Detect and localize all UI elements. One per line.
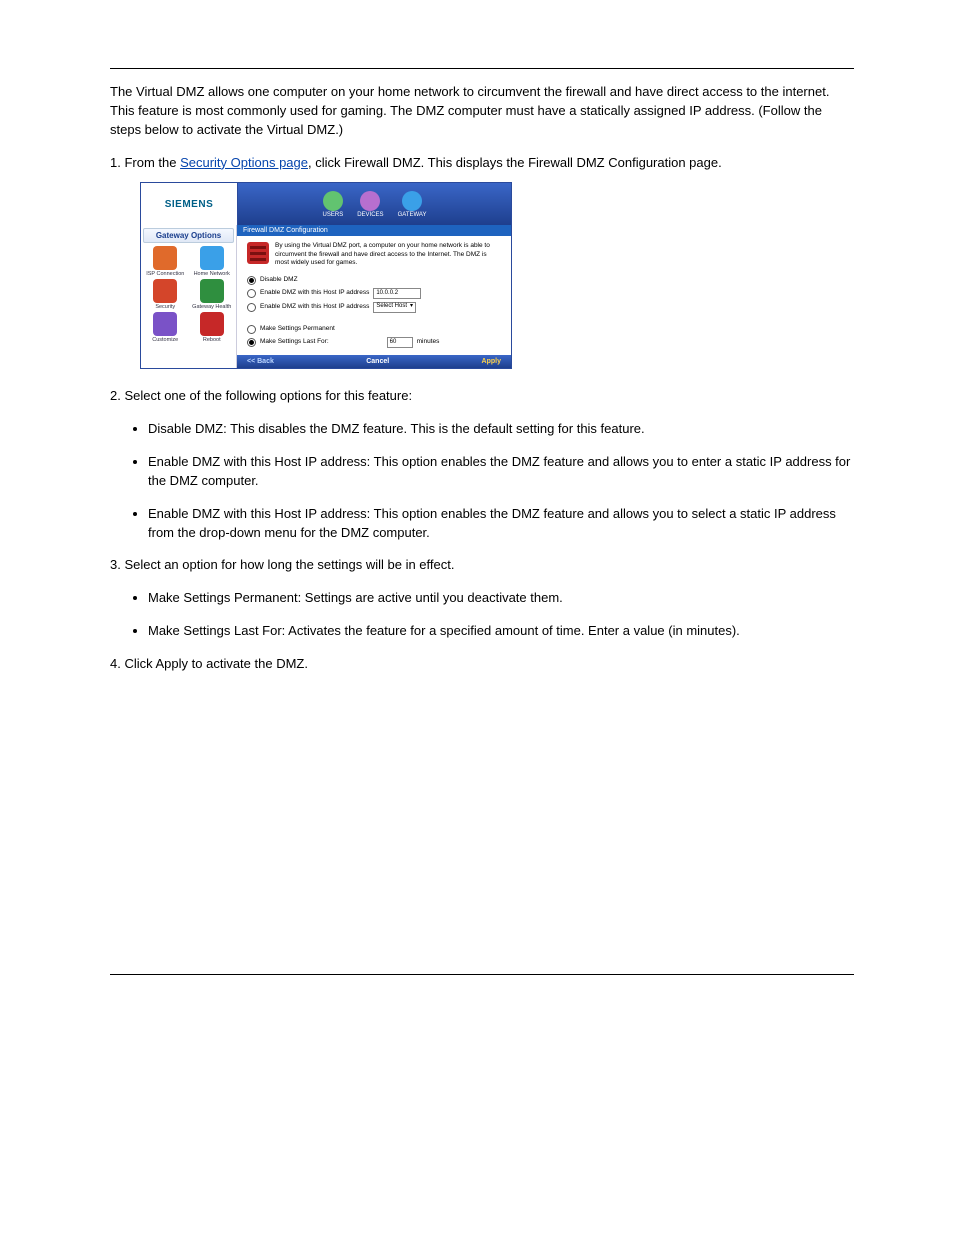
customize-icon [153,312,177,336]
opt-lastfor[interactable]: Make Settings Last For: 60 minutes [247,337,501,348]
opt-enable-ip[interactable]: Enable DMZ with this Host IP address 10.… [247,288,501,299]
gateway-icon [402,191,422,211]
list-item: Disable DMZ: This disables the DMZ featu… [148,420,854,439]
home-network-icon [200,246,224,270]
opt-lastfor-label: Make Settings Last For: [260,338,329,346]
health-icon [200,279,224,303]
action-bar: << Back Cancel Apply [237,355,511,369]
opt-enable-host[interactable]: Enable DMZ with this Host IP address Sel… [247,302,501,313]
gw-customize[interactable]: Customize [143,312,188,343]
isp-icon [153,246,177,270]
gw-home-label: Home Network [194,271,230,277]
opt-disable-label: Disable DMZ [260,276,298,284]
nav-gateway-label: GATEWAY [398,212,427,218]
dmz-host-select[interactable]: Select Host [373,302,416,313]
nav-users-label: USERS [323,212,344,218]
gw-security-label: Security [155,304,175,310]
list-item: Enable DMZ with this Host IP address: Th… [148,453,854,491]
footer-rule [110,974,854,975]
header-rule [110,68,854,69]
top-nav: USERS DEVICES GATEWAY [238,183,511,225]
gw-security[interactable]: Security [143,279,188,310]
nav-devices-label: DEVICES [357,212,383,218]
radio-icon [247,289,256,298]
reboot-icon [200,312,224,336]
dmz-ip-input[interactable]: 10.0.0.2 [373,288,421,299]
devices-icon [360,191,380,211]
gw-health[interactable]: Gateway Health [190,279,235,310]
sidebar-title: Gateway Options [143,228,234,243]
gw-isp-connection[interactable]: ISP Connection [143,246,188,277]
nav-devices[interactable]: DEVICES [357,191,383,218]
cancel-button[interactable]: Cancel [366,358,389,365]
gw-home-network[interactable]: Home Network [190,246,235,277]
radio-icon [247,276,256,285]
pane-title: Firewall DMZ Configuration [237,225,511,236]
pane-intro-text: By using the Virtual DMZ port, a compute… [275,242,501,267]
opt-enable-ip-label: Enable DMZ with this Host IP address [260,289,369,297]
radio-icon [247,303,256,312]
opt-permanent-label: Make Settings Permanent [260,325,335,333]
dmz-option-list: Disable DMZ: This disables the DMZ featu… [110,420,854,542]
gateway-options-sidebar: Gateway Options ISP Connection Home Netw… [141,225,237,368]
nav-users[interactable]: USERS [323,191,344,218]
list-item: Make Settings Last For: Activates the fe… [148,622,854,641]
security-icon [153,279,177,303]
list-item: Make Settings Permanent: Settings are ac… [148,589,854,608]
step1-prefix: 1. From the [110,155,180,170]
step-1: 1. From the Security Options page, click… [110,154,854,173]
brand-logo: SIEMENS [141,183,238,226]
firewall-dmz-screenshot: SIEMENS USERS DEVICES GATEWAY Gateway Op… [140,182,512,369]
opt-disable-dmz[interactable]: Disable DMZ [247,276,501,285]
step-2: 2. Select one of the following options f… [110,387,854,406]
radio-icon [247,338,256,347]
opt-permanent[interactable]: Make Settings Permanent [247,325,501,334]
step-3: 3. Select an option for how long the set… [110,556,854,575]
security-options-link[interactable]: Security Options page [180,155,308,170]
step1-suffix: , click Firewall DMZ. This displays the … [308,155,722,170]
gw-customize-label: Customize [152,337,178,343]
gw-reboot[interactable]: Reboot [190,312,235,343]
gw-health-label: Gateway Health [192,304,231,310]
gw-isp-label: ISP Connection [146,271,184,277]
gw-reboot-label: Reboot [203,337,221,343]
radio-icon [247,325,256,334]
nav-gateway[interactable]: GATEWAY [398,191,427,218]
firewall-icon [247,242,269,264]
intro-paragraph: The Virtual DMZ allows one computer on y… [110,83,854,140]
minutes-input[interactable]: 60 [387,337,413,348]
step-4: 4. Click Apply to activate the DMZ. [110,655,854,674]
list-item: Enable DMZ with this Host IP address: Th… [148,505,854,543]
opt-enable-host-label: Enable DMZ with this Host IP address [260,303,369,311]
minutes-unit: minutes [417,338,440,346]
users-icon [323,191,343,211]
back-button[interactable]: << Back [247,358,274,365]
apply-button[interactable]: Apply [482,358,501,365]
duration-option-list: Make Settings Permanent: Settings are ac… [110,589,854,641]
